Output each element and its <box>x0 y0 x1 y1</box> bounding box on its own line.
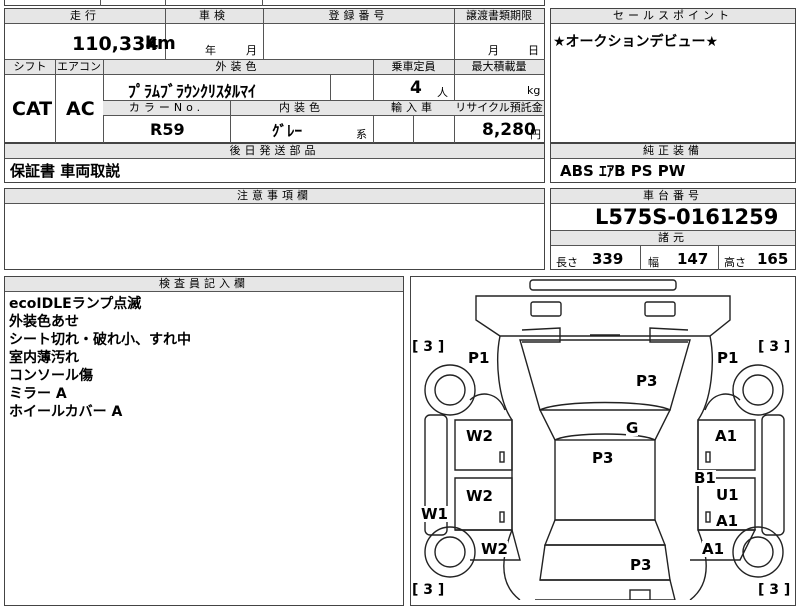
tire-tread-value: 3 <box>769 582 780 598</box>
damage-mark: P1 <box>468 349 490 367</box>
tire-tread-value: 3 <box>423 582 434 598</box>
damage-mark: P3 <box>636 372 658 390</box>
damage-mark: A1 <box>715 427 738 445</box>
tire-tread-rear-right: [ 3 ] <box>758 582 791 598</box>
tire-tread-rear-left: [ 3 ] <box>412 582 445 598</box>
damage-mark: W2 <box>481 540 508 558</box>
damage-mark: A1 <box>716 512 739 530</box>
tire-tread-value: 3 <box>423 339 434 355</box>
damage-mark: G <box>626 419 639 437</box>
tire-tread-value: 3 <box>769 339 780 355</box>
damage-mark: A1 <box>702 540 725 558</box>
damage-mark: P3 <box>630 556 652 574</box>
tire-tread-front-right: [ 3 ] <box>758 339 791 355</box>
damage-mark: B1 <box>694 469 716 487</box>
damage-mark: P1 <box>717 349 739 367</box>
car-body-diagram <box>424 279 785 600</box>
damage-mark: U1 <box>716 486 739 504</box>
damage-mark: W2 <box>466 427 493 445</box>
damage-mark: W1 <box>421 505 448 523</box>
damage-mark: P3 <box>592 449 614 467</box>
tire-tread-front-left: [ 3 ] <box>412 339 445 355</box>
damage-mark: W2 <box>466 487 493 505</box>
